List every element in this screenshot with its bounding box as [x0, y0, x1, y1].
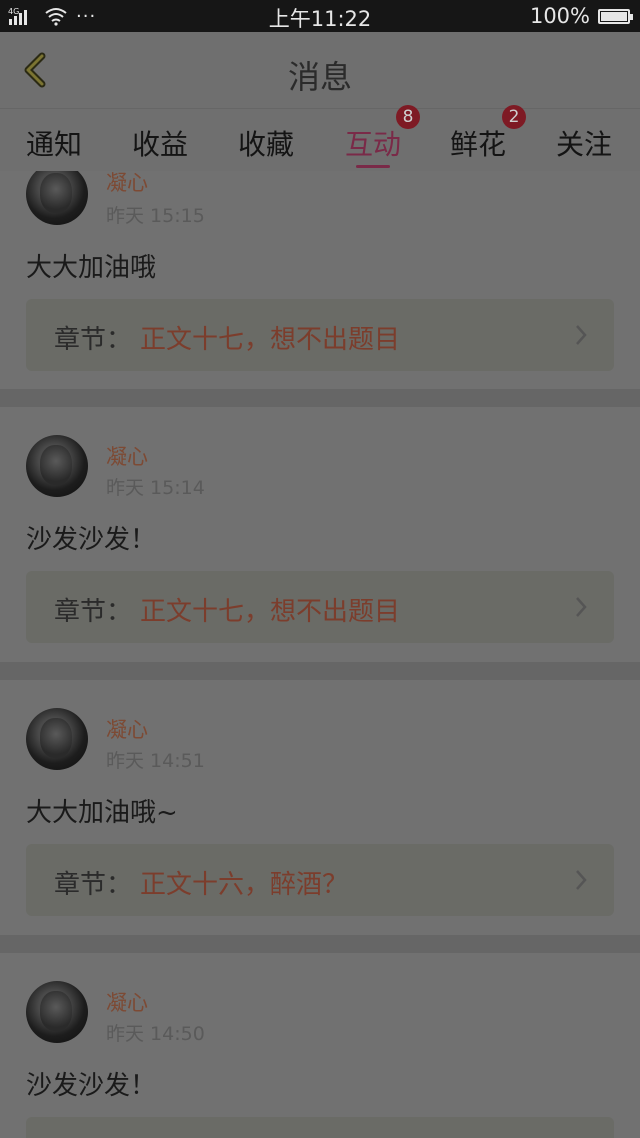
- comment-text: 沙发沙发！: [26, 525, 157, 555]
- tab-notify[interactable]: 通知: [26, 123, 82, 163]
- tab-interaction[interactable]: 互动: [345, 123, 401, 163]
- message-card: 凝心 昨天 15:15 大大加油哦 章节： 正文十七，想不出题目: [0, 171, 640, 389]
- message-card: 凝心 昨天 15:14 沙发沙发！ 章节： 正文十七，想不出题目: [0, 407, 640, 662]
- nav-bar: 消息: [0, 32, 640, 109]
- message-feed[interactable]: 凝心 昨天 15:15 大大加油哦 章节： 正文十七，想不出题目 凝心 昨天 1…: [0, 171, 640, 1138]
- chevron-right-icon: [576, 597, 587, 617]
- message-card: 凝心 昨天 14:50 沙发沙发！: [0, 953, 640, 1138]
- avatar[interactable]: [26, 981, 88, 1043]
- divider: [0, 389, 640, 407]
- chapter-title: 正文十七，想不出题目: [140, 325, 401, 355]
- chapter-link[interactable]: 章节： 正文十七，想不出题目: [26, 571, 614, 643]
- tab-follow[interactable]: 关注: [556, 123, 612, 163]
- tab-income[interactable]: 收益: [132, 123, 188, 163]
- message-time: 昨天 15:14: [106, 477, 205, 499]
- username[interactable]: 凝心: [106, 714, 148, 744]
- message-card: 凝心 昨天 14:51 大大加油哦~ 章节： 正文十六，醉酒？: [0, 680, 640, 935]
- username[interactable]: 凝心: [106, 441, 148, 471]
- interaction-badge: 8: [396, 105, 420, 129]
- message-time: 昨天 14:51: [106, 750, 205, 772]
- username[interactable]: 凝心: [106, 987, 148, 1017]
- divider: [0, 662, 640, 680]
- comment-text: 沙发沙发！: [26, 1071, 157, 1101]
- chapter-link[interactable]: 章节： 正文十七，想不出题目: [26, 299, 614, 371]
- username[interactable]: 凝心: [106, 171, 148, 197]
- chapter-title: 正文十六，醉酒？: [140, 870, 349, 900]
- chapter-label: 章节：: [54, 870, 133, 900]
- chevron-right-icon: [576, 325, 587, 345]
- battery-percent: 100%: [529, 4, 590, 28]
- active-tab-indicator: [356, 165, 390, 168]
- chapter-link[interactable]: 章节： 正文十六，醉酒？: [26, 844, 614, 916]
- status-right: 100%: [529, 0, 633, 32]
- comment-text: 大大加油哦~: [26, 798, 178, 828]
- divider: [0, 935, 640, 953]
- tab-flowers[interactable]: 鲜花: [450, 123, 506, 163]
- battery-icon: [598, 8, 633, 24]
- chapter-title: 正文十七，想不出题目: [140, 597, 401, 627]
- flowers-badge: 2: [502, 105, 526, 129]
- avatar[interactable]: [26, 171, 88, 225]
- status-bar: 4G ··· 上午11:22 100%: [0, 0, 640, 32]
- message-time: 昨天 14:50: [106, 1023, 205, 1045]
- chevron-right-icon: [576, 870, 587, 890]
- comment-text: 大大加油哦: [26, 253, 157, 283]
- tab-bar: 通知 收益 收藏 互动 8 鲜花 2 关注: [0, 105, 640, 171]
- chapter-label: 章节：: [54, 325, 133, 355]
- page-title: 消息: [287, 58, 352, 96]
- chapter-label: 章节：: [54, 597, 133, 627]
- tab-favorites[interactable]: 收藏: [238, 123, 294, 163]
- message-time: 昨天 15:15: [106, 205, 205, 227]
- chapter-link[interactable]: [26, 1117, 614, 1138]
- avatar[interactable]: [26, 708, 88, 770]
- avatar[interactable]: [26, 435, 88, 497]
